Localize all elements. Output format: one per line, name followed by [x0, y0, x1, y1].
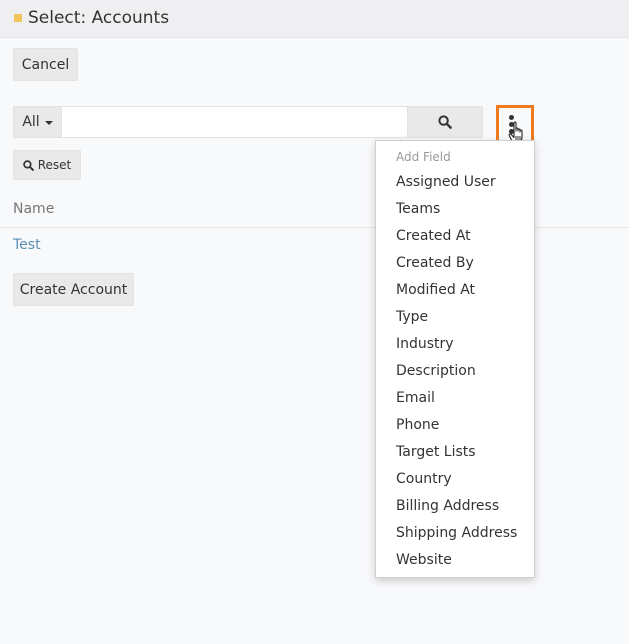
account-row-link[interactable]: Test — [13, 237, 41, 253]
add-field-menu-header: Add Field — [396, 150, 451, 164]
header-accent-square — [14, 14, 22, 22]
menu-item-target-lists[interactable]: Target Lists — [376, 439, 534, 466]
search-icon — [438, 115, 452, 129]
add-field-menu: Add Field Assigned User Teams Created At… — [375, 140, 535, 578]
page-header: Select: Accounts — [0, 0, 629, 38]
search-button[interactable] — [407, 106, 483, 138]
menu-item-created-at[interactable]: Created At — [376, 223, 534, 250]
menu-item-assigned-user[interactable]: Assigned User — [376, 169, 534, 196]
search-icon — [22, 159, 34, 171]
filter-all-label: All — [22, 114, 40, 130]
cancel-button[interactable]: Cancel — [13, 48, 78, 81]
caret-down-icon — [44, 121, 53, 125]
menu-item-phone[interactable]: Phone — [376, 412, 534, 439]
menu-item-shipping-address[interactable]: Shipping Address — [376, 520, 534, 547]
menu-item-teams[interactable]: Teams — [376, 196, 534, 223]
menu-item-country[interactable]: Country — [376, 466, 534, 493]
column-header-name[interactable]: Name — [13, 201, 54, 217]
menu-item-description[interactable]: Description — [376, 358, 534, 385]
menu-item-email[interactable]: Email — [376, 385, 534, 412]
create-account-button[interactable]: Create Account — [13, 273, 134, 306]
reset-label: Reset — [37, 158, 72, 172]
vertical-dots-icon — [509, 115, 514, 120]
filter-all-dropdown[interactable]: All — [13, 106, 62, 138]
search-input[interactable] — [62, 106, 408, 138]
menu-item-billing-address[interactable]: Billing Address — [376, 493, 534, 520]
page-title: Select: Accounts — [28, 8, 170, 28]
menu-item-industry[interactable]: Industry — [376, 331, 534, 358]
reset-button[interactable]: Reset — [13, 150, 81, 180]
menu-item-type[interactable]: Type — [376, 304, 534, 331]
menu-item-website[interactable]: Website — [376, 547, 534, 574]
menu-item-created-by[interactable]: Created By — [376, 250, 534, 277]
menu-item-modified-at[interactable]: Modified At — [376, 277, 534, 304]
